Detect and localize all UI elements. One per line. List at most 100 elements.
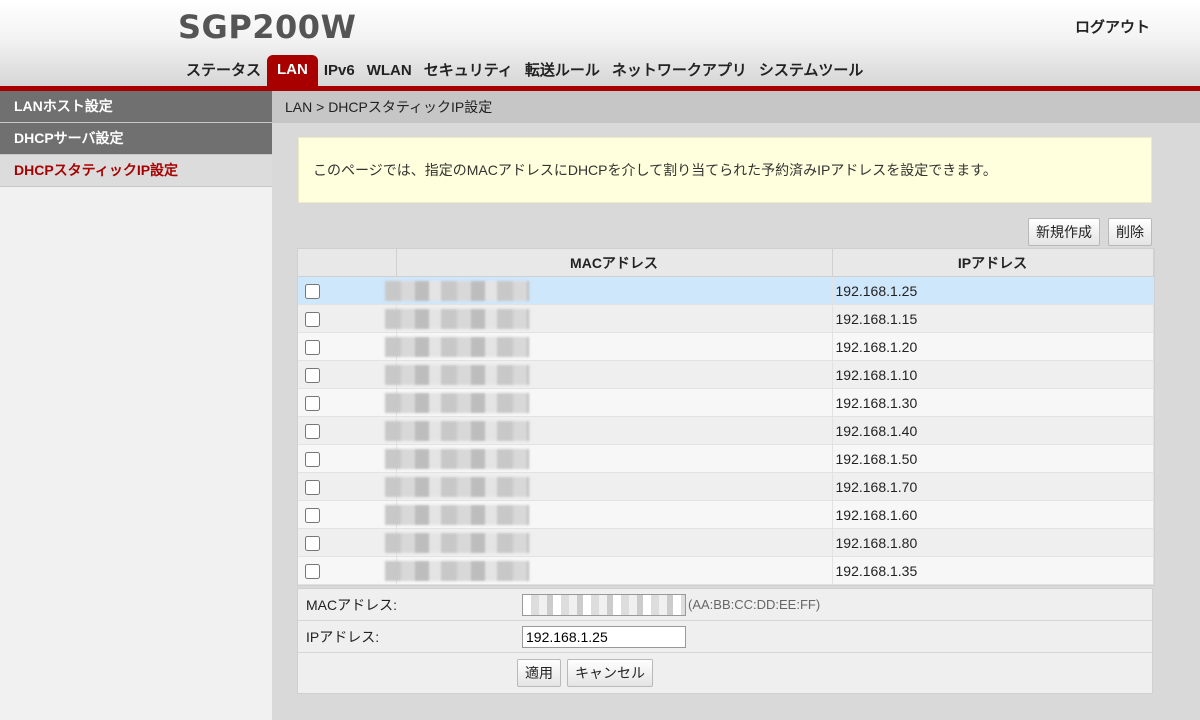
sidebar-item-1[interactable]: DHCPサーバ設定	[0, 123, 272, 155]
table-row[interactable]: 192.168.1.20	[298, 332, 1154, 361]
nav-tab-2[interactable]: IPv6	[318, 57, 361, 86]
column-header-select	[298, 249, 397, 277]
ip-form-row: IPアドレス:	[298, 621, 1152, 653]
mac-field-label: MACアドレス:	[306, 596, 397, 613]
static-ip-table: MACアドレス IPアドレス 192.168.1.25 192.168.1.15 1…	[297, 248, 1155, 586]
nav-tab-0[interactable]: ステータス	[180, 57, 267, 86]
mac-cell	[384, 388, 833, 417]
mac-cell	[384, 304, 833, 333]
breadcrumb: LAN > DHCPスタティックIP設定	[272, 91, 1200, 123]
mac-format-hint: (AA:BB:CC:DD:EE:FF)	[688, 597, 821, 612]
table-row[interactable]: 192.168.1.60	[298, 500, 1154, 529]
mac-address-field[interactable]	[522, 593, 686, 616]
redacted-mac	[384, 448, 529, 469]
row-select-cell	[298, 528, 397, 557]
redacted-mac	[384, 336, 529, 357]
info-message: このページでは、指定のMACアドレスにDHCPを介して割り当てられた予約済みIP…	[298, 137, 1152, 203]
row-select-cell	[298, 276, 397, 305]
row-select-cell	[298, 388, 397, 417]
mac-cell	[384, 500, 833, 529]
mac-cell	[384, 276, 833, 305]
logout-link[interactable]: ログアウト	[1075, 16, 1150, 37]
table-row[interactable]: 192.168.1.35	[298, 556, 1154, 585]
table-toolbar: 新規作成 削除	[1028, 218, 1152, 246]
table-row[interactable]: 192.168.1.25	[298, 276, 1154, 305]
edit-form: MACアドレス: (AA:BB:CC:DD:EE:FF) IPアドレス: 適用 …	[297, 588, 1153, 694]
redacted-mac	[384, 280, 529, 301]
nav-tab-5[interactable]: 転送ルール	[519, 57, 606, 86]
row-select-cell	[298, 332, 397, 361]
table-row[interactable]: 192.168.1.70	[298, 472, 1154, 501]
new-button[interactable]: 新規作成	[1028, 218, 1100, 246]
redacted-mac	[384, 308, 529, 329]
nav-tab-4[interactable]: セキュリティ	[418, 57, 519, 86]
row-checkbox[interactable]	[305, 283, 320, 299]
nav-tab-3[interactable]: WLAN	[361, 57, 418, 86]
table-row[interactable]: 192.168.1.30	[298, 388, 1154, 417]
mac-cell	[384, 556, 833, 585]
ip-cell: 192.168.1.50	[832, 444, 1154, 473]
ip-cell: 192.168.1.35	[832, 556, 1154, 585]
row-checkbox[interactable]	[305, 311, 320, 327]
mac-form-row: MACアドレス: (AA:BB:CC:DD:EE:FF)	[298, 589, 1152, 621]
ip-address-field[interactable]	[522, 625, 686, 648]
table-row[interactable]: 192.168.1.15	[298, 304, 1154, 333]
delete-button[interactable]: 削除	[1108, 218, 1152, 246]
form-actions: 適用 キャンセル	[298, 653, 1152, 693]
sidebar-item-2[interactable]: DHCPスタティックIP設定	[0, 155, 272, 187]
redacted-mac	[384, 392, 529, 413]
sidebar-item-0[interactable]: LANホスト設定	[0, 91, 272, 123]
nav-tab-6[interactable]: ネットワークアプリ	[606, 57, 753, 86]
column-header-ip: IPアドレス	[832, 249, 1154, 277]
row-checkbox[interactable]	[305, 535, 320, 551]
main-nav: ステータス LAN IPv6 WLAN セキュリティ 転送ルール ネットワークアプリ システム…	[180, 55, 869, 86]
row-checkbox[interactable]	[305, 339, 320, 355]
row-select-cell	[298, 416, 397, 445]
row-select-cell	[298, 500, 397, 529]
row-checkbox[interactable]	[305, 367, 320, 383]
row-select-cell	[298, 444, 397, 473]
nav-tab-1[interactable]: LAN	[267, 55, 318, 86]
ip-cell: 192.168.1.15	[832, 304, 1154, 333]
redacted-mac	[384, 504, 529, 525]
redacted-mac	[384, 476, 529, 497]
row-select-cell	[298, 304, 397, 333]
ip-cell: 192.168.1.20	[832, 332, 1154, 361]
sidebar: LANホスト設定 DHCPサーバ設定 DHCPスタティックIP設定	[0, 91, 272, 720]
cancel-button[interactable]: キャンセル	[567, 659, 653, 687]
row-checkbox[interactable]	[305, 507, 320, 523]
redacted-mac	[384, 560, 529, 581]
redacted-mac	[384, 532, 529, 553]
apply-button[interactable]: 適用	[517, 659, 561, 687]
main-content: LAN > DHCPスタティックIP設定 このページでは、指定のMACアドレスに…	[272, 91, 1200, 720]
row-checkbox[interactable]	[305, 395, 320, 411]
row-select-cell	[298, 556, 397, 585]
table-header-row: MACアドレス IPアドレス	[298, 249, 1154, 277]
ip-cell: 192.168.1.30	[832, 388, 1154, 417]
row-select-cell	[298, 472, 397, 501]
table-row[interactable]: 192.168.1.50	[298, 444, 1154, 473]
ip-cell: 192.168.1.40	[832, 416, 1154, 445]
row-checkbox[interactable]	[305, 563, 320, 579]
row-checkbox[interactable]	[305, 479, 320, 495]
row-checkbox[interactable]	[305, 423, 320, 439]
mac-cell	[384, 360, 833, 389]
mac-cell	[384, 416, 833, 445]
ip-cell: 192.168.1.60	[832, 500, 1154, 529]
brand-logo: SGP200W	[178, 8, 357, 46]
column-header-mac: MACアドレス	[396, 249, 833, 277]
row-select-cell	[298, 360, 397, 389]
table-row[interactable]: 192.168.1.10	[298, 360, 1154, 389]
ip-field-label: IPアドレス:	[306, 628, 380, 645]
mac-cell	[384, 528, 833, 557]
mac-cell	[384, 472, 833, 501]
nav-tab-7[interactable]: システムツール	[753, 57, 870, 86]
table-row[interactable]: 192.168.1.40	[298, 416, 1154, 445]
table-row[interactable]: 192.168.1.80	[298, 528, 1154, 557]
redacted-mac	[384, 364, 529, 385]
mac-cell	[384, 444, 833, 473]
header-bar: SGP200W ログアウト ステータス LAN IPv6 WLAN セキュリティ 転送ルー…	[0, 0, 1200, 86]
row-checkbox[interactable]	[305, 451, 320, 467]
ip-cell: 192.168.1.70	[832, 472, 1154, 501]
redacted-mac	[384, 420, 529, 441]
